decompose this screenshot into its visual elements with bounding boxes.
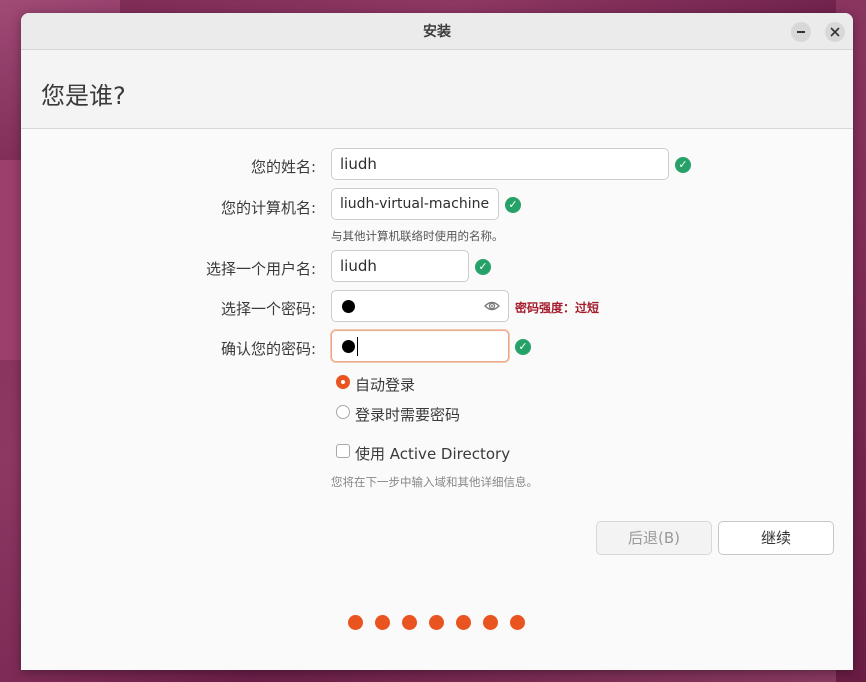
computer-name-value: liudh-virtual-machine bbox=[340, 196, 490, 212]
progress-step-dot bbox=[483, 615, 498, 630]
password-mask-dot bbox=[342, 300, 355, 313]
password-field[interactable] bbox=[331, 290, 509, 322]
progress-step-dot bbox=[348, 615, 363, 630]
progress-step-dot bbox=[456, 615, 471, 630]
continue-button[interactable]: 继续 bbox=[718, 521, 834, 555]
username-field[interactable]: liudh bbox=[331, 250, 469, 282]
progress-step-dot bbox=[402, 615, 417, 630]
text-caret bbox=[357, 337, 358, 356]
active-directory-label[interactable]: 使用 Active Directory bbox=[355, 443, 510, 464]
name-value: liudh bbox=[340, 155, 377, 173]
password-label: 选择一个密码: bbox=[220, 300, 316, 318]
computer-name-label: 您的计算机名: bbox=[220, 199, 316, 217]
username-value: liudh bbox=[340, 257, 377, 275]
progress-step-dot bbox=[510, 615, 525, 630]
name-label: 您的姓名: bbox=[250, 158, 316, 176]
name-field[interactable]: liudh bbox=[331, 148, 669, 180]
close-icon bbox=[830, 27, 840, 37]
progress-step-dot bbox=[429, 615, 444, 630]
progress-step-dot bbox=[375, 615, 390, 630]
installer-window: 安装 您是谁? 您的姓名: liudh ✓ 您的计算机名: liudh-virt… bbox=[21, 13, 853, 670]
title-bar[interactable]: 安装 bbox=[21, 13, 853, 50]
password-strength: 密码强度：过短 bbox=[515, 301, 600, 315]
window-title: 安装 bbox=[423, 24, 451, 40]
username-valid-icon: ✓ bbox=[475, 259, 491, 275]
minimize-icon bbox=[797, 31, 805, 33]
page-title: 您是谁? bbox=[41, 82, 126, 110]
minimize-button[interactable] bbox=[791, 22, 811, 42]
require-password-radio[interactable] bbox=[336, 405, 350, 419]
require-password-label[interactable]: 登录时需要密码 bbox=[355, 404, 460, 425]
computer-name-hint: 与其他计算机联络时使用的名称。 bbox=[331, 229, 504, 243]
username-label: 选择一个用户名: bbox=[205, 260, 316, 278]
computer-name-valid-icon: ✓ bbox=[505, 197, 521, 213]
auto-login-radio[interactable] bbox=[336, 375, 350, 389]
confirm-password-valid-icon: ✓ bbox=[515, 339, 531, 355]
computer-name-field[interactable]: liudh-virtual-machine bbox=[331, 188, 499, 220]
name-valid-icon: ✓ bbox=[675, 157, 691, 173]
close-button[interactable] bbox=[825, 22, 845, 42]
back-button[interactable]: 后退(B) bbox=[596, 521, 712, 555]
page-header: 您是谁? bbox=[21, 50, 853, 129]
confirm-password-field[interactable] bbox=[331, 330, 509, 362]
active-directory-checkbox[interactable] bbox=[336, 444, 350, 458]
confirm-mask-dot bbox=[342, 340, 355, 353]
eye-icon[interactable] bbox=[484, 300, 500, 312]
auto-login-label[interactable]: 自动登录 bbox=[355, 374, 415, 395]
active-directory-hint: 您将在下一步中输入域和其他详细信息。 bbox=[331, 475, 538, 489]
confirm-password-label: 确认您的密码: bbox=[220, 340, 316, 358]
